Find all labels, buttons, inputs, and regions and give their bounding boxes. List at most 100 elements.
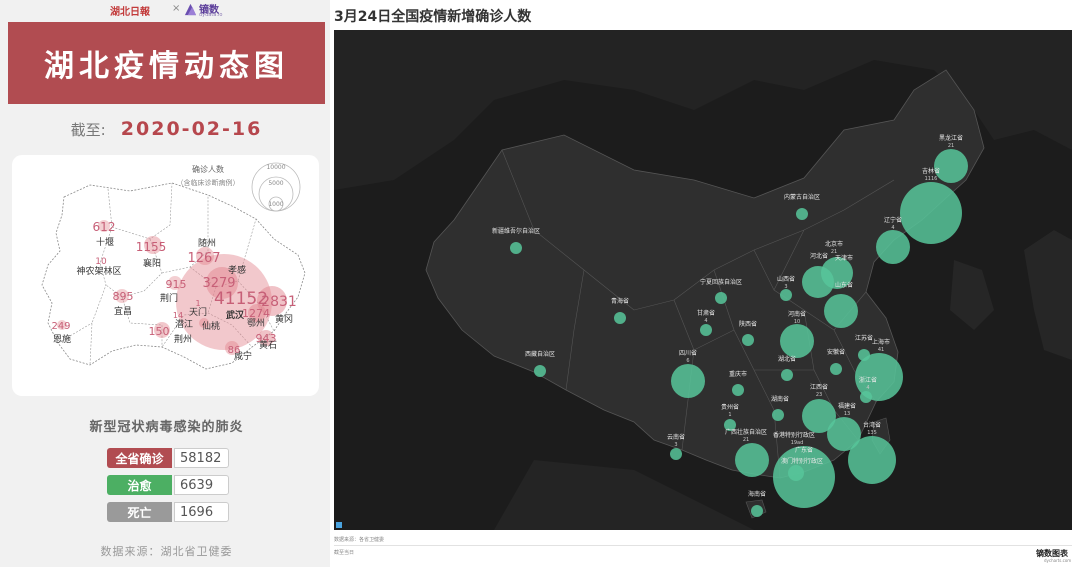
- label-shanghai: 上海市: [872, 338, 890, 346]
- value-hongkong: 19ad: [791, 440, 804, 446]
- label-sichuan: 四川省: [679, 349, 697, 357]
- stat-deaths-label: 死亡: [107, 502, 172, 522]
- label-tianjin: 天津市: [835, 254, 853, 262]
- dydata-logo-sub: dydata.io: [199, 12, 223, 18]
- bubble-taiwan: [848, 436, 896, 484]
- map-credit: 数据来源：各省卫健委: [334, 537, 385, 543]
- value-fujian: 13: [844, 411, 850, 417]
- china-map-svg: 黑龙江省 21 吉林省 1116 辽宁省 4 内蒙古自治区 新疆维吾尔自治区 北…: [334, 30, 1072, 530]
- map-divider: [334, 545, 1072, 546]
- bubble-hongkong: [788, 465, 804, 481]
- bubble-zhejiang: [860, 391, 872, 403]
- stat-deaths-value: 1696: [174, 502, 229, 522]
- legend-size-1000: 1000: [268, 201, 283, 208]
- value-guangxi: 21: [743, 437, 749, 443]
- label-gansu: 甘肃省: [697, 309, 715, 317]
- data-source: 数据来源：湖北省卫健委: [100, 545, 233, 558]
- dydata-logo-icon: [184, 3, 197, 16]
- bubble-ningxia: [715, 292, 727, 304]
- bubble-hubei: [781, 369, 793, 381]
- stat-confirmed-value: 58182: [174, 448, 229, 468]
- label-shiyan: 十堰: [96, 236, 114, 248]
- value-shanxi: 3: [784, 284, 787, 290]
- label-xiaogan: 孝感: [228, 264, 246, 276]
- page-title: 湖北疫情动态图: [8, 22, 325, 104]
- logo-separator: ×: [172, 3, 181, 14]
- bubble-neimenggu: [796, 208, 808, 220]
- legend-subtitle: （含临床诊断病例）: [177, 178, 240, 187]
- map-attribution-badge: [336, 522, 342, 528]
- label-enshi: 恩施: [53, 333, 71, 345]
- page: 湖北日報 × 镝数 dydata.io 湖北疫情动态图 截至: 2020-02-…: [0, 0, 1080, 567]
- value-shanghai: 41: [878, 347, 884, 353]
- label-taiwan: 台湾省: [863, 421, 881, 429]
- label-xiangyang: 襄阳: [143, 257, 161, 269]
- bubble-sichuan: [671, 364, 705, 398]
- label-chongqing: 重庆市: [729, 370, 747, 378]
- bubble-jilin: [900, 182, 962, 244]
- label-tibet: 西藏自治区: [525, 350, 555, 358]
- label-fujian: 福建省: [838, 402, 856, 410]
- value-henan: 10: [794, 319, 800, 325]
- value-jilin: 1116: [925, 176, 938, 182]
- label-neimenggu: 内蒙古自治区: [784, 193, 820, 201]
- bubble-hebei: [802, 266, 834, 298]
- bubble-yunnan: [670, 448, 682, 460]
- label-guangxi: 广西壮族自治区: [725, 428, 767, 436]
- value-heilongjiang: 21: [948, 143, 954, 149]
- bubble-hunan: [772, 409, 784, 421]
- num-yichang: 895: [113, 290, 134, 303]
- num-jingmen: 915: [166, 278, 187, 291]
- value-gansu: 4: [704, 318, 707, 324]
- legend-title: 确诊人数: [192, 164, 224, 174]
- label-ezhou: 鄂州: [247, 318, 265, 329]
- label-anhui: 安徽省: [827, 348, 845, 356]
- label-hebei: 河北省: [810, 252, 828, 260]
- value-zhejiang: 4: [866, 385, 869, 391]
- label-hongkong: 香港特别行政区: [773, 431, 815, 439]
- bubble-hainan: [751, 505, 763, 517]
- dycharts-brand-url: dycharts.com: [1044, 558, 1072, 563]
- hubei-map-card: 确诊人数 （含临床诊断病例） 10000 5000 1000 612 10 11…: [12, 155, 319, 396]
- legend-size-5000: 5000: [268, 180, 283, 187]
- bubble-chongqing: [732, 384, 744, 396]
- value-taiwan: 135: [867, 430, 877, 436]
- label-henan: 河南省: [788, 310, 806, 318]
- left-infographic-panel: 湖北日報 × 镝数 dydata.io 湖北疫情动态图 截至: 2020-02-…: [0, 0, 330, 567]
- date-value: 2020-02-16: [120, 118, 263, 140]
- label-shanxi: 山西省: [777, 275, 795, 283]
- value-yunnan: 3: [674, 442, 677, 448]
- bubble-heilongjiang: [934, 149, 968, 183]
- label-suizhou: 随州: [198, 237, 216, 249]
- stat-cured: 治愈 6639: [107, 475, 229, 495]
- label-ningxia: 宁夏回族自治区: [700, 278, 742, 286]
- label-guizhou: 贵州省: [721, 403, 739, 411]
- num-jingzhou: 150: [149, 325, 170, 338]
- bubble-qinghai: [614, 312, 626, 324]
- label-heilongjiang: 黑龙江省: [939, 134, 963, 142]
- num-shennongjia: 10: [95, 257, 107, 267]
- num-shiyan: 612: [93, 220, 116, 234]
- label-hubei-province: 湖北省: [778, 355, 796, 363]
- stat-cured-label: 治愈: [107, 475, 172, 495]
- stat-confirmed-label: 全省确诊: [107, 448, 172, 468]
- label-jilin: 吉林省: [922, 167, 940, 175]
- bubble-shandong: [824, 294, 858, 328]
- label-jingmen: 荆门: [160, 292, 178, 304]
- bubble-xinjiang: [510, 242, 522, 254]
- label-xinjiang: 新疆维吾尔自治区: [492, 227, 540, 235]
- bubble-shaanxi: [742, 334, 754, 346]
- label-jingzhou: 荆州: [174, 333, 192, 345]
- map-title: 3月24日全国疫情新增确诊人数: [334, 9, 532, 25]
- stat-deaths: 死亡 1696: [107, 502, 229, 522]
- logo-row: 湖北日報 × 镝数 dydata.io: [0, 0, 330, 20]
- label-qianjiang: 潜江: [175, 318, 193, 330]
- label-shennongjia: 神农架林区: [76, 265, 121, 277]
- bubble-henan: [780, 324, 814, 358]
- num-fragment-14: 14: [173, 311, 183, 320]
- label-yunnan: 云南省: [667, 433, 685, 441]
- num-enshi: 249: [51, 321, 70, 332]
- label-huangshi: 黄石: [259, 339, 277, 351]
- label-qinghai: 青海省: [611, 297, 629, 305]
- bubble-guangxi: [735, 443, 769, 477]
